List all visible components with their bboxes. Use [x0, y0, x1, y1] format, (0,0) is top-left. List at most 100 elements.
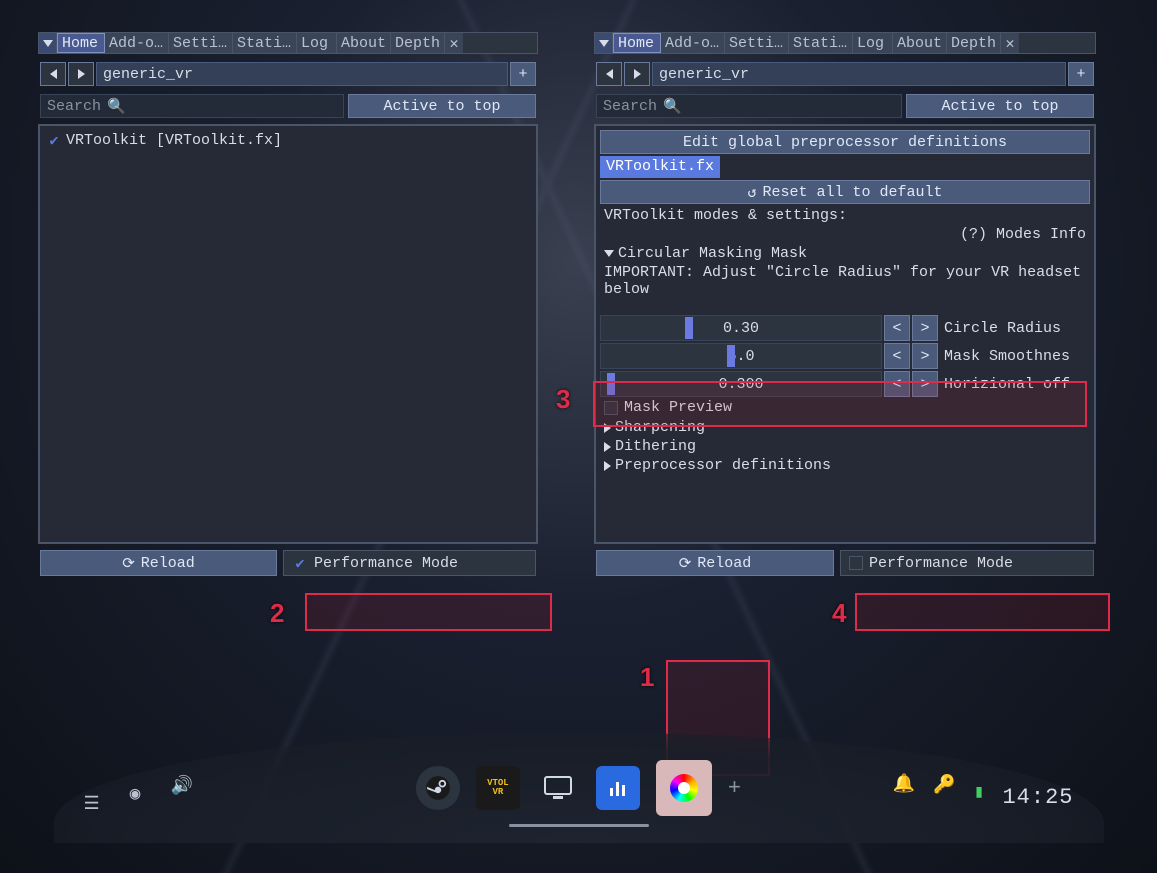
- chevron-left-icon: [50, 69, 57, 79]
- slider-value: 0.30: [723, 320, 759, 337]
- dock-app-vtolvr[interactable]: VTOLVR: [476, 766, 520, 810]
- dock-handle[interactable]: [509, 824, 649, 827]
- increment-button[interactable]: >: [912, 371, 938, 397]
- slider-handle[interactable]: [607, 373, 615, 395]
- tab-home[interactable]: Home: [613, 33, 661, 53]
- modes-header: VRToolkit modes & settings:: [600, 206, 1090, 225]
- tab-depth[interactable]: Depth: [391, 33, 445, 53]
- check-icon: ✔: [292, 555, 308, 571]
- checkbox-icon[interactable]: [849, 556, 863, 570]
- tabbar-dropdown[interactable]: [39, 33, 57, 53]
- chevron-right-icon: [78, 69, 85, 79]
- slider-label: Mask Smoothnes: [940, 348, 1090, 365]
- section-label: Dithering: [615, 438, 696, 455]
- add-profile-button[interactable]: +: [510, 62, 536, 86]
- bottom-button-row: ⟳ Reload Performance Mode: [594, 550, 1096, 576]
- menu-icon[interactable]: ☰: [84, 793, 100, 815]
- performance-mode-toggle[interactable]: Performance Mode: [840, 550, 1094, 576]
- slider-handle[interactable]: [685, 317, 693, 339]
- slider-track[interactable]: 0.30: [600, 315, 882, 341]
- dock-app-desktop[interactable]: [536, 766, 580, 810]
- slider-track[interactable]: 0.300: [600, 371, 882, 397]
- check-icon[interactable]: ✔: [46, 133, 62, 149]
- checkbox-icon[interactable]: [604, 401, 618, 415]
- button-label: Reload: [697, 555, 751, 572]
- button-label: Reset all to default: [763, 184, 943, 201]
- dock-app-steam[interactable]: [416, 766, 460, 810]
- prev-profile-button[interactable]: [596, 62, 622, 86]
- dock-bar: ☰ ◉ 🔊 VTOLVR + 🔔 🔑 ▮ 14:25: [54, 733, 1104, 843]
- next-profile-button[interactable]: [624, 62, 650, 86]
- tab-addons[interactable]: Add-o…: [105, 33, 169, 53]
- profile-name-field[interactable]: generic_vr: [96, 62, 508, 86]
- section-circular-masking[interactable]: Circular Masking Mask: [600, 244, 1090, 263]
- tabbar-dropdown[interactable]: [595, 33, 613, 53]
- tab-statistics[interactable]: Stati…: [233, 33, 297, 53]
- search-input[interactable]: Search 🔍: [596, 94, 902, 118]
- key-icon[interactable]: 🔑: [933, 774, 955, 796]
- file-tag[interactable]: VRToolkit.fx: [600, 156, 720, 178]
- section-sharpening[interactable]: Sharpening: [600, 418, 1090, 437]
- tab-label: Setti…: [173, 35, 227, 52]
- section-label: Sharpening: [615, 419, 705, 436]
- tab-label: About: [897, 35, 942, 52]
- slider-horizontal-offset: 0.300 < > Horizional off: [600, 371, 1090, 397]
- dock-add-button[interactable]: +: [728, 776, 741, 801]
- slider-track[interactable]: 5.0: [600, 343, 882, 369]
- modes-info-link[interactable]: (?) Modes Info: [600, 225, 1090, 244]
- active-to-top-button[interactable]: Active to top: [348, 94, 536, 118]
- tab-log[interactable]: Log: [853, 33, 893, 53]
- edit-globals-button[interactable]: Edit global preprocessor definitions: [600, 130, 1090, 154]
- close-panel[interactable]: ✕: [1001, 33, 1019, 53]
- decrement-button[interactable]: <: [884, 371, 910, 397]
- prev-profile-button[interactable]: [40, 62, 66, 86]
- search-input[interactable]: Search 🔍: [40, 94, 344, 118]
- reload-button[interactable]: ⟳ Reload: [40, 550, 277, 576]
- profile-nav-row: generic_vr +: [594, 62, 1096, 86]
- add-profile-button[interactable]: +: [1068, 62, 1094, 86]
- bell-icon[interactable]: 🔔: [893, 773, 915, 795]
- tab-addons[interactable]: Add-o…: [661, 33, 725, 53]
- decrement-button[interactable]: <: [884, 343, 910, 369]
- profile-name-field[interactable]: generic_vr: [652, 62, 1066, 86]
- tab-home[interactable]: Home: [57, 33, 105, 53]
- tab-settings[interactable]: Setti…: [169, 33, 233, 53]
- dock-app-perfchart[interactable]: [596, 766, 640, 810]
- tab-about[interactable]: About: [337, 33, 391, 53]
- section-dithering[interactable]: Dithering: [600, 437, 1090, 456]
- decrement-button[interactable]: <: [884, 315, 910, 341]
- reshade-icon: [670, 774, 698, 802]
- dock-right-status: 🔔 🔑 ▮ 14:25: [893, 773, 1074, 821]
- recenter-icon[interactable]: ◉: [130, 783, 141, 805]
- callout-2: 2: [270, 598, 284, 629]
- section-label: Preprocessor definitions: [615, 457, 831, 474]
- section-preprocessor[interactable]: Preprocessor definitions: [600, 456, 1090, 475]
- checkbox-label: Mask Preview: [624, 399, 732, 416]
- tab-log[interactable]: Log: [297, 33, 337, 53]
- reload-button[interactable]: ⟳ Reload: [596, 550, 834, 576]
- active-to-top-button[interactable]: Active to top: [906, 94, 1094, 118]
- mask-preview-toggle[interactable]: Mask Preview: [600, 397, 1090, 418]
- tab-about[interactable]: About: [893, 33, 947, 53]
- reset-all-button[interactable]: ↺ Reset all to default: [600, 180, 1090, 204]
- clock: 14:25: [1002, 785, 1073, 810]
- battery-icon: ▮: [974, 781, 985, 803]
- toggle-label: Performance Mode: [869, 555, 1013, 572]
- performance-mode-toggle[interactable]: ✔ Performance Mode: [283, 550, 536, 576]
- tab-statistics[interactable]: Stati…: [789, 33, 853, 53]
- increment-button[interactable]: >: [912, 343, 938, 369]
- dock-app-reshade[interactable]: [656, 760, 712, 816]
- close-panel[interactable]: ✕: [445, 33, 463, 53]
- callout-3: 3: [556, 384, 570, 415]
- monitor-icon: [543, 775, 573, 801]
- search-icon: 🔍: [107, 97, 126, 116]
- increment-button[interactable]: >: [912, 315, 938, 341]
- tab-settings[interactable]: Setti…: [725, 33, 789, 53]
- tab-depth[interactable]: Depth: [947, 33, 1001, 53]
- profile-name: generic_vr: [659, 66, 749, 83]
- volume-icon[interactable]: 🔊: [170, 775, 192, 797]
- effect-item[interactable]: ✔ VRToolkit [VRToolkit.fx]: [46, 132, 530, 149]
- tab-label: Setti…: [729, 35, 783, 52]
- slider-handle[interactable]: [727, 345, 735, 367]
- next-profile-button[interactable]: [68, 62, 94, 86]
